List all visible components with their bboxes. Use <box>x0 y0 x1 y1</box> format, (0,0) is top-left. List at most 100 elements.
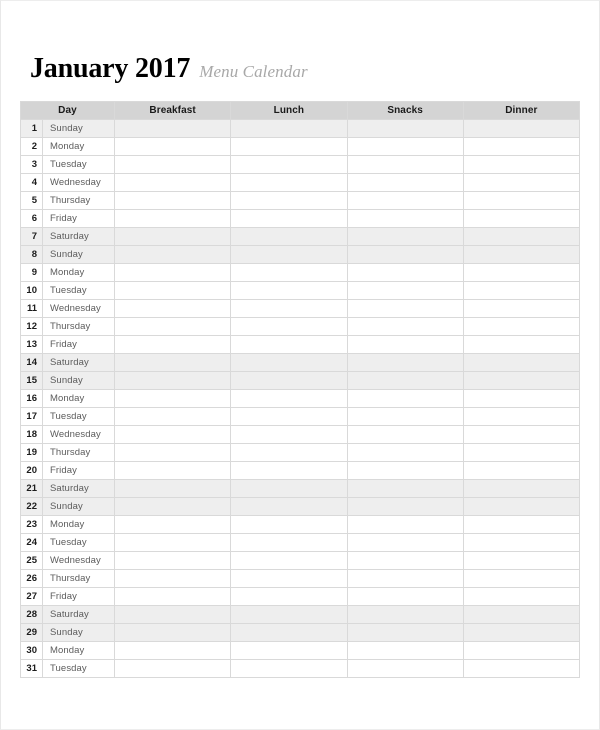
snacks-cell[interactable] <box>346 317 464 336</box>
lunch-cell[interactable] <box>230 533 348 552</box>
lunch-cell[interactable] <box>230 299 348 318</box>
breakfast-cell[interactable] <box>113 641 232 660</box>
column-header-lunch[interactable]: Lunch <box>230 101 348 120</box>
snacks-cell[interactable] <box>346 245 464 264</box>
lunch-cell[interactable] <box>230 479 348 498</box>
lunch-cell[interactable] <box>230 209 348 228</box>
column-header-dinner[interactable]: Dinner <box>462 101 581 120</box>
snacks-cell[interactable] <box>346 173 464 192</box>
breakfast-cell[interactable] <box>113 335 232 354</box>
breakfast-cell[interactable] <box>113 281 232 300</box>
dinner-cell[interactable] <box>462 533 581 552</box>
lunch-cell[interactable] <box>230 371 348 390</box>
dinner-cell[interactable] <box>462 641 581 660</box>
dinner-cell[interactable] <box>462 335 581 354</box>
snacks-cell[interactable] <box>346 281 464 300</box>
dinner-cell[interactable] <box>462 281 581 300</box>
snacks-cell[interactable] <box>346 641 464 660</box>
lunch-cell[interactable] <box>230 335 348 354</box>
dinner-cell[interactable] <box>462 209 581 228</box>
dinner-cell[interactable] <box>462 263 581 282</box>
dinner-cell[interactable] <box>462 353 581 372</box>
breakfast-cell[interactable] <box>113 515 232 534</box>
dinner-cell[interactable] <box>462 515 581 534</box>
dinner-cell[interactable] <box>462 299 581 318</box>
snacks-cell[interactable] <box>346 533 464 552</box>
lunch-cell[interactable] <box>230 191 348 210</box>
breakfast-cell[interactable] <box>113 353 232 372</box>
dinner-cell[interactable] <box>462 137 581 156</box>
lunch-cell[interactable] <box>230 119 348 138</box>
snacks-cell[interactable] <box>346 119 464 138</box>
breakfast-cell[interactable] <box>113 191 232 210</box>
dinner-cell[interactable] <box>462 605 581 624</box>
snacks-cell[interactable] <box>346 263 464 282</box>
breakfast-cell[interactable] <box>113 317 232 336</box>
snacks-cell[interactable] <box>346 461 464 480</box>
snacks-cell[interactable] <box>346 623 464 642</box>
lunch-cell[interactable] <box>230 263 348 282</box>
breakfast-cell[interactable] <box>113 479 232 498</box>
snacks-cell[interactable] <box>346 353 464 372</box>
snacks-cell[interactable] <box>346 227 464 246</box>
dinner-cell[interactable] <box>462 587 581 606</box>
snacks-cell[interactable] <box>346 209 464 228</box>
lunch-cell[interactable] <box>230 569 348 588</box>
lunch-cell[interactable] <box>230 389 348 408</box>
breakfast-cell[interactable] <box>113 533 232 552</box>
lunch-cell[interactable] <box>230 281 348 300</box>
snacks-cell[interactable] <box>346 605 464 624</box>
breakfast-cell[interactable] <box>113 389 232 408</box>
snacks-cell[interactable] <box>346 443 464 462</box>
lunch-cell[interactable] <box>230 623 348 642</box>
snacks-cell[interactable] <box>346 479 464 498</box>
breakfast-cell[interactable] <box>113 461 232 480</box>
snacks-cell[interactable] <box>346 551 464 570</box>
dinner-cell[interactable] <box>462 461 581 480</box>
breakfast-cell[interactable] <box>113 623 232 642</box>
snacks-cell[interactable] <box>346 407 464 426</box>
lunch-cell[interactable] <box>230 461 348 480</box>
lunch-cell[interactable] <box>230 137 348 156</box>
lunch-cell[interactable] <box>230 641 348 660</box>
lunch-cell[interactable] <box>230 407 348 426</box>
breakfast-cell[interactable] <box>113 371 232 390</box>
breakfast-cell[interactable] <box>113 407 232 426</box>
dinner-cell[interactable] <box>462 659 581 678</box>
snacks-cell[interactable] <box>346 299 464 318</box>
breakfast-cell[interactable] <box>113 173 232 192</box>
dinner-cell[interactable] <box>462 245 581 264</box>
snacks-cell[interactable] <box>346 137 464 156</box>
dinner-cell[interactable] <box>462 371 581 390</box>
column-header-day[interactable]: Day <box>20 101 115 120</box>
breakfast-cell[interactable] <box>113 659 232 678</box>
dinner-cell[interactable] <box>462 227 581 246</box>
snacks-cell[interactable] <box>346 155 464 174</box>
snacks-cell[interactable] <box>346 335 464 354</box>
dinner-cell[interactable] <box>462 569 581 588</box>
breakfast-cell[interactable] <box>113 263 232 282</box>
breakfast-cell[interactable] <box>113 227 232 246</box>
snacks-cell[interactable] <box>346 191 464 210</box>
dinner-cell[interactable] <box>462 191 581 210</box>
dinner-cell[interactable] <box>462 173 581 192</box>
breakfast-cell[interactable] <box>113 587 232 606</box>
breakfast-cell[interactable] <box>113 137 232 156</box>
column-header-breakfast[interactable]: Breakfast <box>113 101 232 120</box>
snacks-cell[interactable] <box>346 515 464 534</box>
dinner-cell[interactable] <box>462 551 581 570</box>
lunch-cell[interactable] <box>230 497 348 516</box>
lunch-cell[interactable] <box>230 443 348 462</box>
dinner-cell[interactable] <box>462 119 581 138</box>
breakfast-cell[interactable] <box>113 209 232 228</box>
breakfast-cell[interactable] <box>113 551 232 570</box>
breakfast-cell[interactable] <box>113 569 232 588</box>
breakfast-cell[interactable] <box>113 443 232 462</box>
snacks-cell[interactable] <box>346 497 464 516</box>
lunch-cell[interactable] <box>230 659 348 678</box>
dinner-cell[interactable] <box>462 155 581 174</box>
snacks-cell[interactable] <box>346 569 464 588</box>
breakfast-cell[interactable] <box>113 155 232 174</box>
breakfast-cell[interactable] <box>113 425 232 444</box>
breakfast-cell[interactable] <box>113 605 232 624</box>
